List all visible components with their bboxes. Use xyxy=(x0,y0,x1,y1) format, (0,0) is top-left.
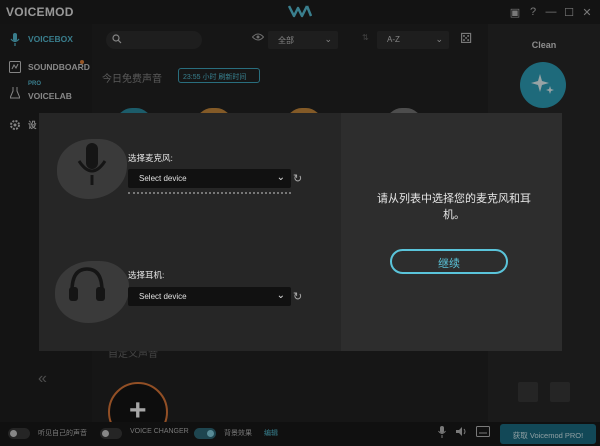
continue-button[interactable]: 继续 xyxy=(390,249,508,274)
mic-label: 选择麦克风: xyxy=(128,153,173,163)
device-setup-dialog: 选择麦克风: Select device ⌄ ↻ 选择耳机: Select de… xyxy=(39,113,562,351)
headphone-select-value: Select device xyxy=(139,292,187,301)
dialog-message: 请从列表中选择您的麦克风和耳机。 xyxy=(377,193,531,221)
headphone-select[interactable]: Select device ⌄ xyxy=(128,287,291,306)
mic-level-meter xyxy=(128,192,291,194)
chevron-down-icon: ⌄ xyxy=(276,290,285,301)
chevron-down-icon: ⌄ xyxy=(276,172,285,183)
headphones-icon xyxy=(67,265,107,308)
microphone-select-value: Select device xyxy=(139,174,187,183)
device-select-panel: 选择麦克风: Select device ⌄ ↻ 选择耳机: Select de… xyxy=(39,113,341,351)
microphone-select[interactable]: Select device ⌄ xyxy=(128,169,291,188)
refresh-headphone-icon[interactable]: ↻ xyxy=(293,290,307,304)
microphone-icon xyxy=(77,143,107,190)
refresh-mic-icon[interactable]: ↻ xyxy=(293,172,307,186)
headphone-label: 选择耳机: xyxy=(128,270,165,280)
